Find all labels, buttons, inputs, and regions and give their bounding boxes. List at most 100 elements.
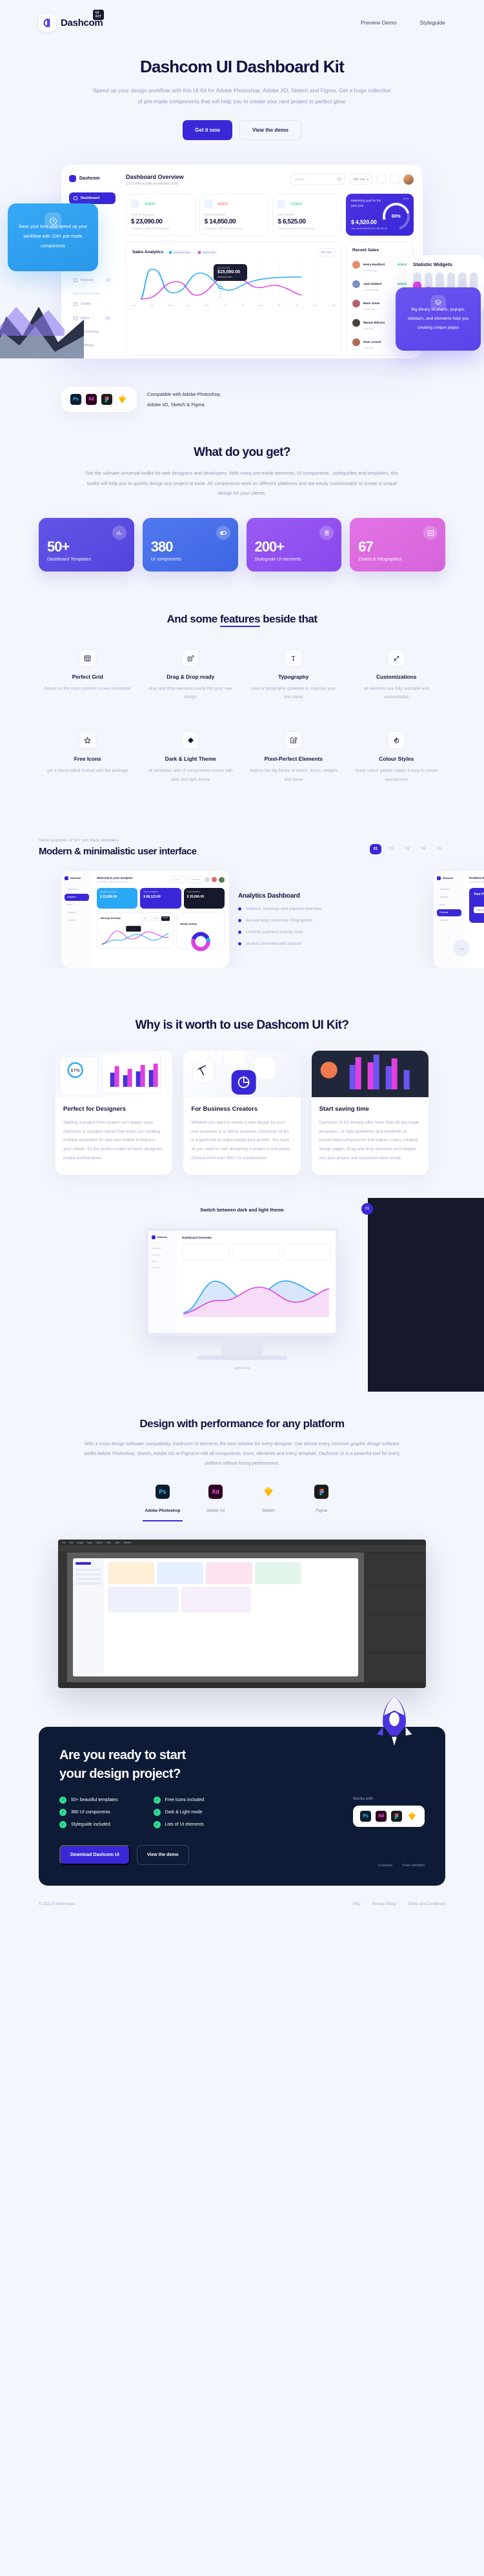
monitor-item[interactable]: Dashboard [152,1245,174,1252]
features-title-pre: And some [166,613,220,626]
avatar[interactable] [403,174,414,185]
template-info-title: Analytics Dashboard [238,892,300,900]
mockup-search-input[interactable]: search... [290,174,345,185]
mockup-period-select[interactable]: This Year ▾ [349,174,372,185]
peek-promo-button[interactable]: See all products [474,906,484,913]
flag-icon[interactable] [212,877,217,883]
time-ago: 1 day ago [363,327,373,331]
template-brand: Dashcom [70,876,81,880]
template-cards: CURRENT BALANCE $ 23,090.00 TOTAL PAYMENT… [97,887,225,909]
ps-panels[interactable] [364,1552,426,1683]
monitor-cards [182,1242,330,1260]
tab-figma[interactable]: Figma [301,1485,341,1521]
tab-adobe-xd[interactable]: Xd Adobe Xd [196,1485,236,1521]
tpl-item-sales[interactable]: Sales [65,902,89,909]
footer-link-terms[interactable]: Terms and Conditions [408,1902,445,1906]
stat-value: 200+ [254,539,285,555]
stat-value: 50+ [47,539,70,555]
cta-feature: ✓ 50+ beautiful templates [59,1797,137,1804]
download-button[interactable]: Download Dashcom UI [59,1845,130,1866]
licenses-link[interactable]: Licenses [378,1864,392,1868]
ps-menu-image[interactable]: Image [77,1541,83,1544]
tab-week[interactable]: Week [150,916,160,921]
bell-icon[interactable] [205,877,210,883]
compat-line-1: Compatible with Adobe Photoshop, [147,391,222,398]
cta-feature-label: Dark & Light mode [165,1810,203,1815]
nav-links: Preview Demo Styleguide [361,19,445,26]
nav-link-preview-demo[interactable]: Preview Demo [361,19,396,26]
peek-item-products[interactable]: Products [437,909,461,916]
hero-showcase: Dashcom Dashboard Analytics Sales Produc… [0,158,484,371]
ps-menu-select[interactable]: Select [96,1541,102,1544]
check-icon: ✓ [153,1809,161,1817]
peek-item-analytics[interactable]: Analytics [437,894,461,901]
sketch-icon [261,1485,276,1499]
get-it-now-button[interactable]: Get it now [183,120,232,141]
bell-icon[interactable] [376,174,386,185]
monitor-item[interactable]: Sales [152,1258,174,1264]
peek-item-customer[interactable]: Customer [437,917,461,924]
app-icons: Ps Xd [61,387,137,413]
view-demo-button[interactable]: View the demo [136,1845,189,1866]
next-template-button[interactable]: → [453,939,470,956]
footer-link-privacy[interactable]: Privacy Policy [372,1902,396,1906]
stat-chip: +6,24 % [143,201,157,207]
monitor-item[interactable]: Analytics [152,1252,174,1258]
peek-item-sales[interactable]: Sales [437,902,461,909]
brand-logo[interactable]: Dashcom UI KIT [39,9,104,32]
page-04[interactable]: 04 [418,844,430,854]
tpl-item-products[interactable]: Products [65,909,89,916]
legend-swatch [169,251,172,254]
view-demo-button[interactable]: View the demo [239,120,301,141]
monitor-item[interactable]: Products [152,1264,174,1271]
ps-canvas[interactable] [67,1552,364,1683]
ps-menu-window[interactable]: Window [124,1541,132,1544]
monitor-stand [221,1335,263,1355]
tpl-item-customer[interactable]: Customer [65,917,89,924]
tab-adobe-photoshop[interactable]: Ps Adobe Photoshop [143,1485,183,1522]
xd-icon: Xd [86,394,97,406]
footer-link-faq[interactable]: FAQ [353,1902,361,1906]
sidebar-item-dashboard[interactable]: Dashboard [69,192,116,205]
page-01[interactable]: 01 [369,843,382,854]
chart-period-select[interactable]: This Year [316,248,336,257]
template-search-input[interactable]: search... [170,876,187,883]
check-icon: ✓ [153,1821,161,1829]
recent-sales-title: Recent Sales [352,248,379,253]
check-icon: ✓ [59,1809,66,1817]
page-03[interactable]: 03 [401,844,414,854]
ps-menu-layer[interactable]: Layer [87,1541,92,1544]
grid-icon [78,649,97,668]
ps-menu-file[interactable]: File [62,1541,65,1544]
tab-sketch[interactable]: Sketch [248,1485,288,1521]
tab-day[interactable]: Day [141,916,150,921]
flag-icon[interactable] [390,174,399,185]
page-02[interactable]: 02 [385,844,398,854]
tpl-item-analytics[interactable]: Analytics [65,893,89,901]
tpl-item-dashboard[interactable]: Dashboard [65,886,89,893]
ps-menu-view[interactable]: View [115,1541,119,1544]
nav-link-styleguide[interactable]: Styleguide [419,19,445,26]
stat-chip: +7,33 % [289,201,303,207]
why-card-body: For Business Creators Whether you want t… [183,1097,300,1175]
cta-works-with: Works with Ps Xd [353,1797,425,1828]
avatar[interactable] [219,876,225,883]
logo-glyph-icon [43,18,50,27]
template-screenshot: Dashcom Dashboard Analytics Sales Produc… [61,871,229,968]
feature-title: Typography [278,674,309,681]
more-options-icon[interactable]: ••• [403,198,409,201]
sketch-icon [407,1811,418,1822]
top-navigation: Dashcom UI KIT Preview Demo Styleguide [0,0,484,45]
ps-menu-filter[interactable]: Filter [106,1541,112,1544]
ps-toolbar[interactable] [58,1552,67,1683]
why-card-image: 67% [55,1050,173,1097]
why-card-desc: Dashcom UI Kit already offer more than 5… [319,1120,419,1161]
tab-month[interactable]: Month [161,916,170,921]
ps-menu-edit[interactable]: Edit [69,1541,73,1544]
peek-item-dashboard[interactable]: Dashboard [437,886,461,893]
figma-icon [101,394,112,406]
feature-title: Free Icons [74,756,101,763]
free-samples-link[interactable]: Free samples [403,1864,425,1868]
template-period-select[interactable]: This Year [188,876,203,883]
page-05[interactable]: 05 [433,844,445,854]
